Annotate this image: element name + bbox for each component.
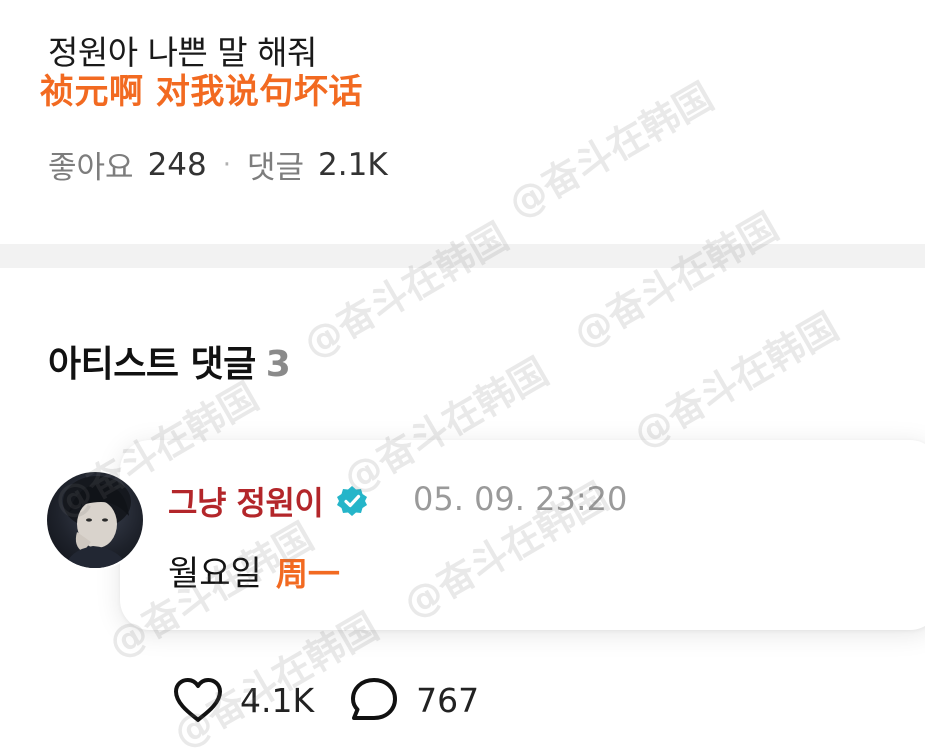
artist-comments-heading: 아티스트 댓글 3 (48, 335, 291, 387)
watermark-text: @奋斗在韩国 (296, 214, 516, 367)
comment-author[interactable]: 그냥 정원이 (168, 478, 369, 524)
like-count: 4.1K (240, 680, 315, 720)
comment-body: 월요일 周一 (168, 546, 340, 595)
heart-icon[interactable] (172, 676, 224, 724)
artist-avatar[interactable] (47, 472, 143, 568)
artist-comments-count: 3 (265, 344, 291, 385)
comment-timestamp: 05. 09. 23:20 (413, 480, 628, 518)
post-stats: 좋아요 248 · 댓글 2.1K (48, 142, 388, 187)
avatar-portrait-icon (63, 476, 131, 568)
stats-separator: · (222, 149, 231, 180)
comments-label[interactable]: 댓글 (247, 142, 304, 187)
watermark-text: @奋斗在韩国 (501, 74, 721, 227)
artist-comment-card[interactable] (120, 440, 925, 630)
likes-count: 248 (147, 146, 207, 183)
comment-text: 월요일 (168, 554, 262, 594)
watermark-text: @奋斗在韩国 (566, 204, 786, 357)
comment-translation: 周一 (275, 555, 340, 593)
like-button[interactable]: 4.1K (172, 676, 314, 724)
speech-bubble-icon[interactable] (348, 676, 400, 724)
likes-label: 좋아요 (48, 150, 134, 186)
watermark-text: @奋斗在韩国 (626, 304, 846, 457)
author-name[interactable]: 그냥 정원이 (168, 478, 324, 524)
reply-button[interactable]: 767 (348, 676, 479, 724)
reply-count: 767 (416, 680, 480, 720)
post-translation: 祯元啊 对我说句坏话 (40, 72, 363, 112)
comment-actions: 4.1K 767 (172, 676, 479, 724)
verified-check-icon (337, 486, 368, 516)
artist-comments-title: 아티스트 댓글 (48, 344, 256, 385)
comments-count[interactable]: 2.1K (318, 147, 388, 183)
section-divider (0, 244, 925, 268)
